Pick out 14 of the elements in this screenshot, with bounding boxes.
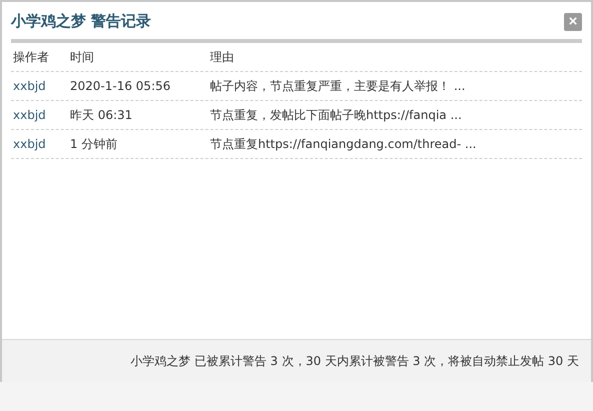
time-cell-text: 2020-1-16 05:56 xyxy=(70,79,172,93)
dialog-title: 小学鸡之梦 警告记录 xyxy=(11,12,152,31)
column-header: 时间 xyxy=(70,48,95,66)
column-header: 操作者 xyxy=(13,48,50,66)
operator-link[interactable]: xxbjd xyxy=(13,108,70,122)
reason-cell-text: 节点重复https://fanqiangdang.com/thread- ... xyxy=(210,136,478,152)
time-cell-text: 昨天 06:31 xyxy=(70,106,134,124)
warning-summary: 小学鸡之梦 已被累计警告 3 次，30 天内累计被警告 3 次，将被自动禁止发帖 30 天 xyxy=(130,352,579,370)
reason-cell-text: 节点重复，发帖比下面帖子晚https://fanqia ... xyxy=(210,106,463,124)
operator-link[interactable]: xxbjd xyxy=(13,79,70,93)
operator-link[interactable]: xxbjd xyxy=(13,137,70,151)
reason-cell-text: 帖子内容，节点重复严重，主要是有人举报！ ... xyxy=(210,78,466,94)
time-cell-text: 1 分钟前 xyxy=(70,136,118,152)
column-header: 理由 xyxy=(210,48,235,66)
